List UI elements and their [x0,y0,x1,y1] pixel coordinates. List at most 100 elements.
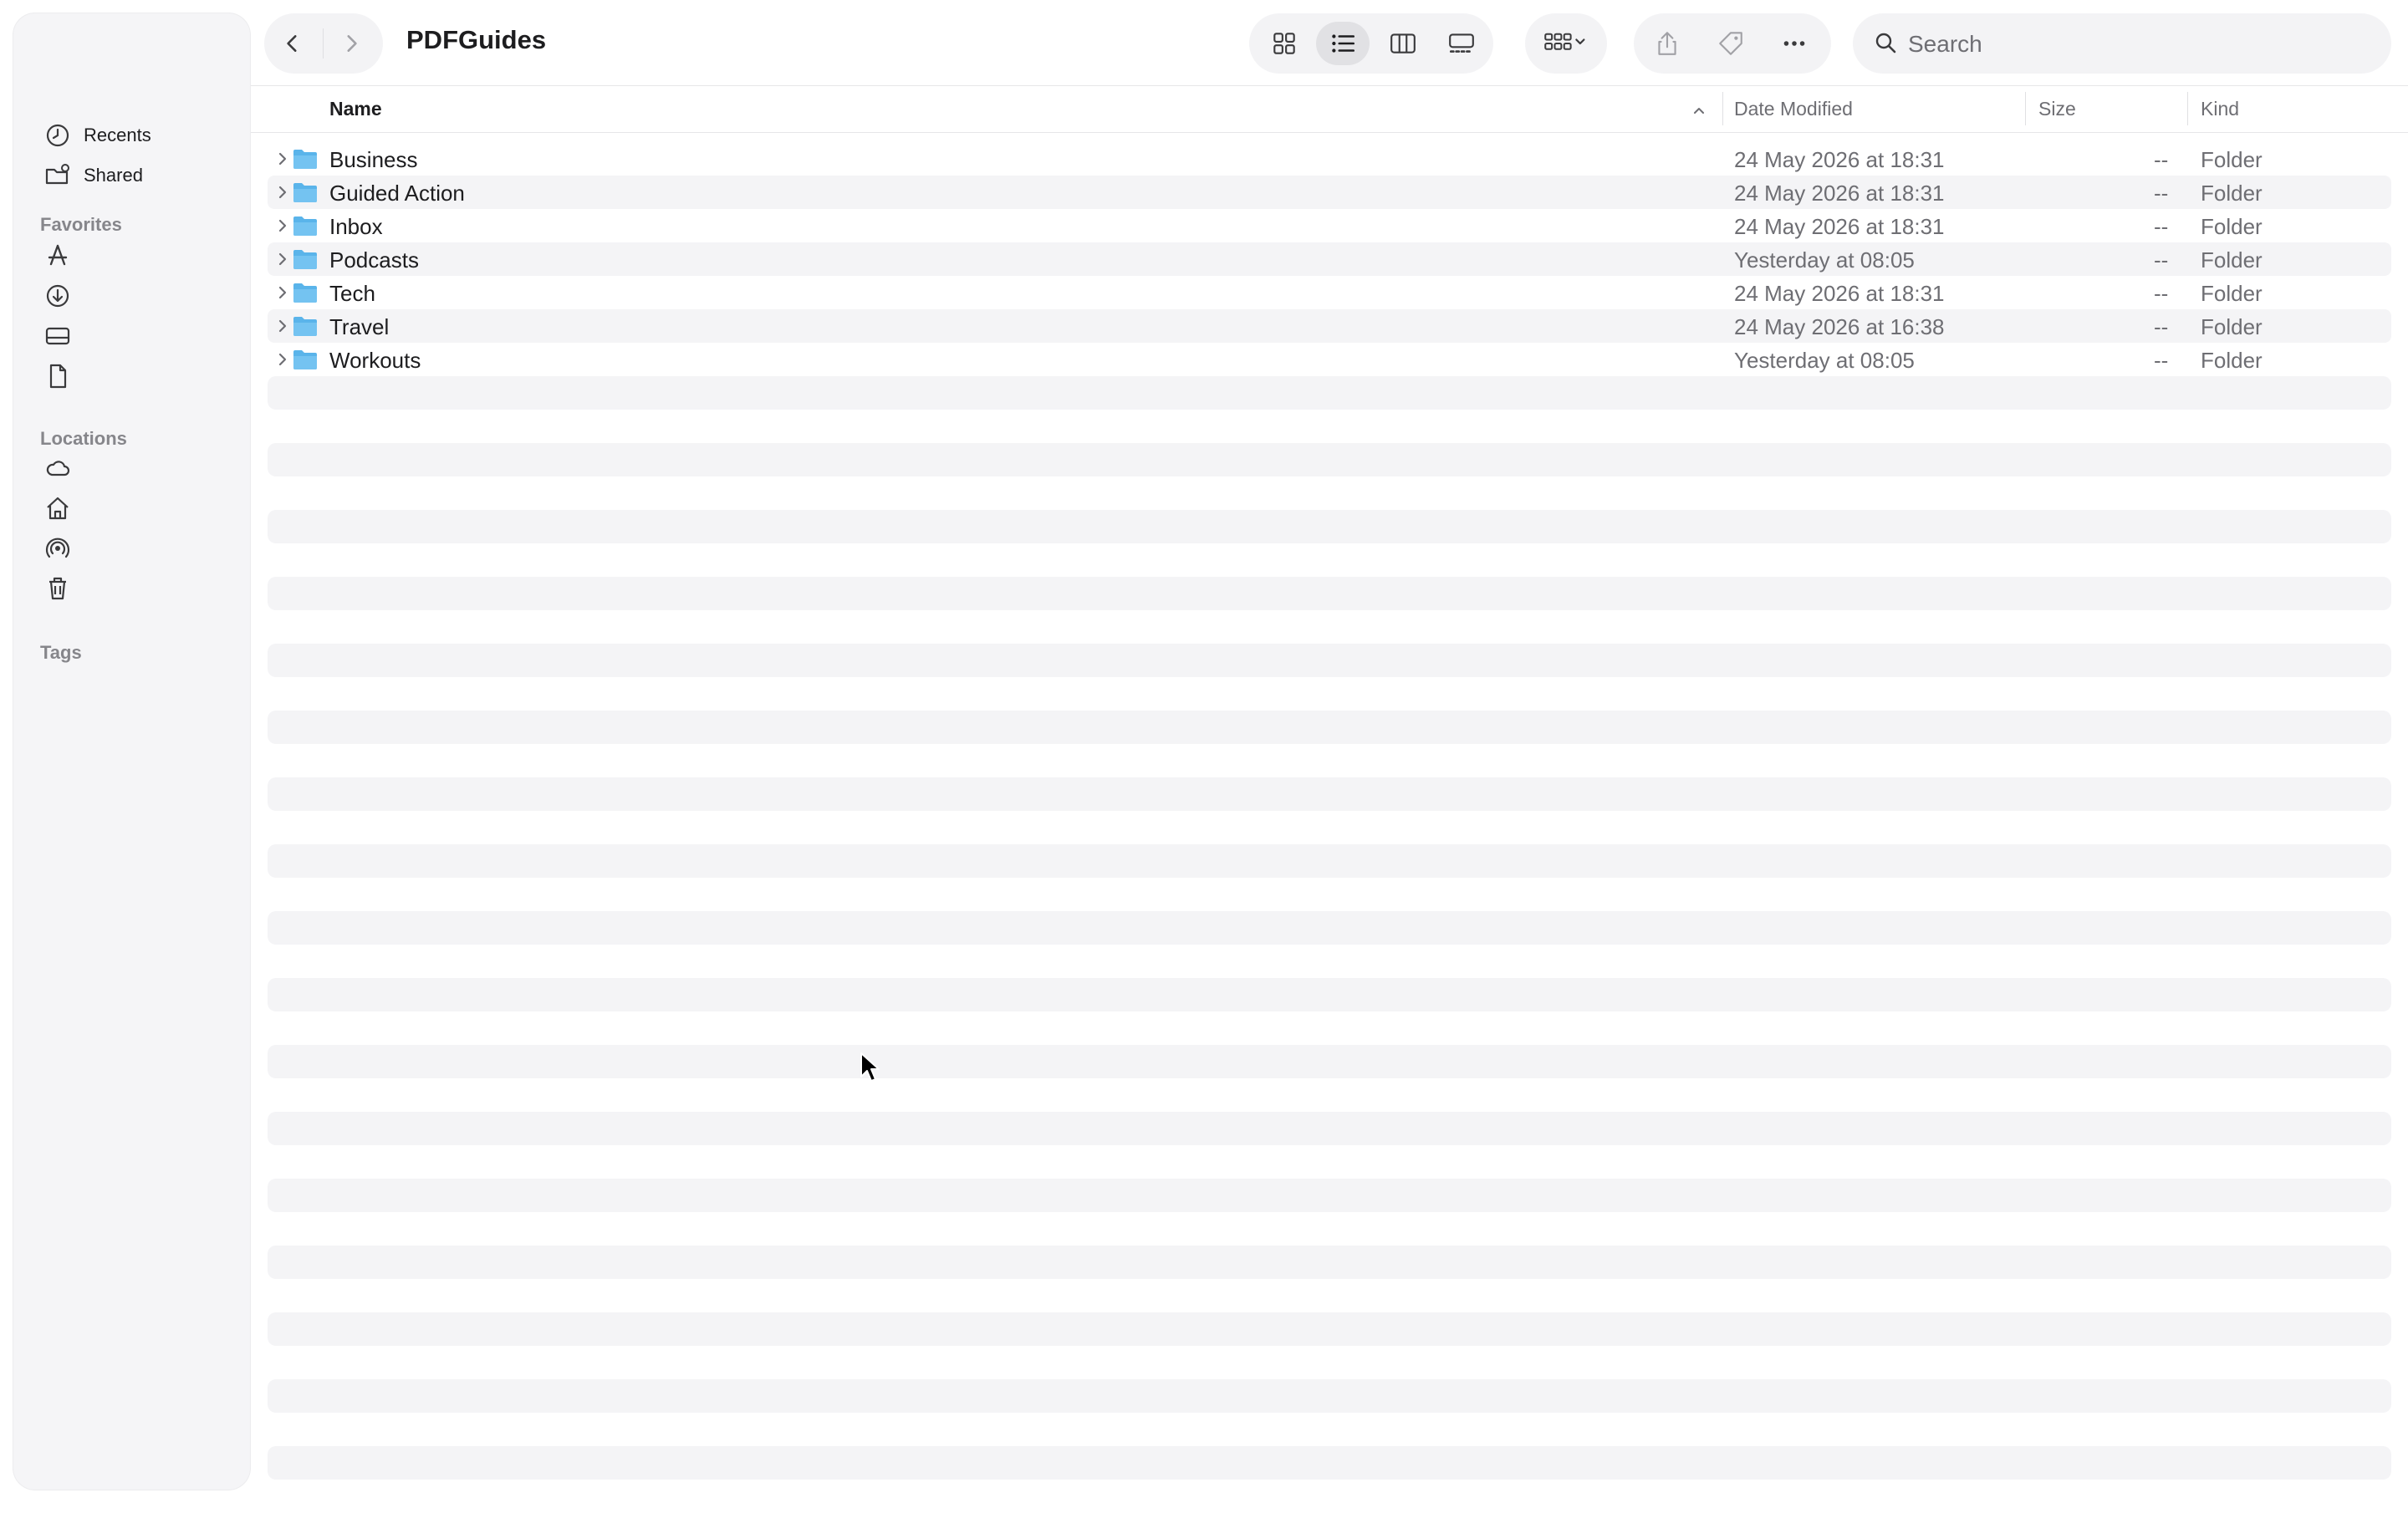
empty-row [268,1312,2391,1346]
file-kind: Folder [2201,147,2263,172]
back-button[interactable] [274,25,311,62]
column-header: Name Date Modified Size Kind [251,87,2408,133]
share-icon [1658,32,1676,55]
tags-header: Tags [40,642,82,663]
table-row[interactable]: Tech 24 May 2026 at 18:31 -- Folder [268,276,2391,309]
toolbar: PDFGuides [251,0,2408,86]
folder-icon [293,150,317,169]
locations-header: Locations [40,428,127,449]
table-row[interactable]: Inbox 24 May 2026 at 18:31 -- Folder [268,209,2391,242]
list-view-button[interactable] [1316,22,1370,65]
icloud-icon [43,454,72,482]
disclosure-chevron-icon[interactable] [274,184,291,201]
file-kind: Folder [2201,181,2263,206]
disclosure-chevron-icon[interactable] [274,217,291,234]
file-size: -- [2154,147,2169,172]
sidebar: Recents Shared Favorites Locations Tags [13,13,250,1490]
file-kind: Folder [2201,214,2263,239]
file-name: Podcasts [329,247,419,273]
group-grid-icon [1544,33,1585,50]
document-icon [43,362,72,390]
downloads-icon [43,282,72,310]
empty-row-stripes [268,376,2391,1513]
file-date: 24 May 2026 at 18:31 [1734,214,1945,239]
folder-icon [293,350,317,369]
name-column-header[interactable]: Name [329,98,382,120]
forward-button[interactable] [333,25,370,62]
group-by-button[interactable] [1533,22,1599,65]
column-divider[interactable] [1722,92,1723,125]
column-divider[interactable] [2187,92,2188,125]
sidebar-item-documents[interactable] [43,359,72,393]
disclosure-chevron-icon[interactable] [274,318,291,334]
sidebar-item-downloads[interactable] [43,279,72,313]
folder-icon [293,250,317,269]
sidebar-item-recents[interactable]: Recents [43,119,151,152]
tag-button[interactable] [1706,22,1756,65]
size-column-header[interactable]: Size [2038,98,2076,120]
file-size: -- [2154,247,2169,273]
column-divider[interactable] [2025,92,2026,125]
file-name: Business [329,147,418,172]
disclosure-chevron-icon[interactable] [274,150,291,167]
disclosure-chevron-icon[interactable] [274,351,291,368]
file-name: Inbox [329,214,383,239]
file-date: 24 May 2026 at 18:31 [1734,281,1945,306]
sidebar-item-airdrop[interactable] [43,532,72,565]
empty-row [268,711,2391,744]
empty-row [268,1112,2391,1145]
gallery-icon [1449,33,1474,53]
search-field[interactable] [1853,13,2391,74]
empty-row [268,443,2391,476]
table-row[interactable]: Guided Action 24 May 2026 at 18:31 -- Fo… [268,176,2391,209]
table-row[interactable]: Travel 24 May 2026 at 16:38 -- Folder [268,309,2391,343]
tag-icon [1719,32,1742,55]
folder-icon [293,283,317,303]
disclosure-chevron-icon[interactable] [274,251,291,267]
file-date: Yesterday at 08:05 [1734,348,1915,373]
empty-row [268,644,2391,677]
empty-row [268,844,2391,878]
applications-icon [43,242,72,270]
file-date: 24 May 2026 at 16:38 [1734,314,1945,339]
sidebar-item-trash[interactable] [43,572,72,605]
search-input[interactable] [1906,25,2361,64]
file-kind: Folder [2201,348,2263,373]
share-button[interactable] [1642,22,1692,65]
sidebar-item-home[interactable] [43,492,72,525]
sidebar-item-icloud[interactable] [43,451,72,485]
search-icon [1875,33,1896,53]
kind-column-header[interactable]: Kind [2201,98,2239,120]
date-column-header[interactable]: Date Modified [1734,98,1853,120]
more-button[interactable] [1769,22,1819,65]
shared-folder-icon [43,161,72,190]
sidebar-item-applications[interactable] [43,239,72,273]
column-view-button[interactable] [1376,22,1430,65]
folder-icon [293,317,317,336]
favorites-header: Favorites [40,214,122,235]
sort-ascending-icon [1694,108,1704,114]
desktop-icon [43,322,72,350]
table-row[interactable]: Workouts Yesterday at 08:05 -- Folder [268,343,2391,376]
file-name: Tech [329,281,375,306]
file-name: Travel [329,314,390,339]
icon-view-button[interactable] [1258,22,1311,65]
sidebar-item-desktop[interactable] [43,319,72,353]
file-date: Yesterday at 08:05 [1734,247,1915,273]
file-date: 24 May 2026 at 18:31 [1734,147,1945,172]
table-row[interactable]: Business 24 May 2026 at 18:31 -- Folder [268,142,2391,176]
gallery-view-button[interactable] [1435,22,1488,65]
file-kind: Folder [2201,247,2263,273]
ellipsis-icon [1783,41,1805,46]
disclosure-chevron-icon[interactable] [274,284,291,301]
sidebar-item-shared[interactable]: Shared [43,159,143,192]
file-date: 24 May 2026 at 18:31 [1734,181,1945,206]
chevron-left-icon [287,35,297,52]
grid-icon [1273,33,1295,54]
table-row[interactable]: Podcasts Yesterday at 08:05 -- Folder [268,242,2391,276]
file-kind: Folder [2201,281,2263,306]
clock-icon [43,121,72,150]
airdrop-icon [43,534,72,563]
file-size: -- [2154,314,2169,339]
actions-group [1634,13,1831,74]
